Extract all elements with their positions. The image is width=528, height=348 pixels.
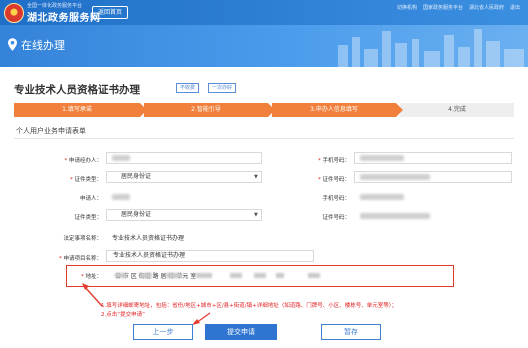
site-name: 湖北政务服务网: [27, 13, 101, 24]
id-type-select[interactable]: 居民身份证: [106, 171, 262, 183]
id-type2-select[interactable]: 居民身份证: [106, 209, 262, 221]
address-field[interactable]: 省 市 区 街道 路 居 栋 单元 室: [115, 271, 196, 280]
chevron-down-icon: ▼: [254, 212, 258, 218]
applicant-label: 申请人：: [79, 196, 102, 202]
city-skyline-graphic: [338, 29, 524, 67]
step-4-label: 4.完成: [448, 106, 466, 113]
id-type-label: * 证件类型：: [69, 177, 102, 183]
apply-item-field[interactable]: 专业技术人员资格证书办理: [106, 250, 314, 262]
note-line-2: 2.点击“提交申请”: [101, 311, 145, 318]
site-subtitle: 全国一体化政务服务平台: [27, 3, 83, 9]
form-section-title: 个人用户业务申请表单: [16, 127, 86, 135]
main-card: 专业技术人员资格证书办理 不收费 一次办好 1.填写承诺 2.智能引导 3.申办…: [8, 68, 520, 348]
redacted-text: [360, 155, 404, 161]
chevron-down-icon: ▼: [254, 174, 258, 180]
redacted-text: [230, 273, 242, 278]
top-link-switch-org[interactable]: 切换机构: [397, 4, 417, 11]
tag-one-visit: 一次办好: [208, 83, 237, 93]
redacted-text: [112, 194, 130, 200]
step-3: 3.申办人信息填写: [272, 103, 403, 117]
top-link-logout[interactable]: 退出: [510, 4, 520, 11]
step-2: 2.智能引导: [144, 103, 275, 117]
redacted-text: [360, 174, 430, 180]
address-instruction-note: 1.填写详细邮寄地址，包括：省份/地区+城市+区/县+街道/镇+详细地址（如道路…: [101, 302, 397, 319]
redacted-text: [308, 273, 320, 278]
redacted-text: [166, 273, 182, 278]
legal-item-label: 法定事项名称：: [63, 236, 102, 242]
submit-application-button[interactable]: 提交申请: [205, 324, 277, 340]
section-divider: [14, 138, 514, 139]
step-arrow-icon: [268, 103, 275, 117]
step-1-label: 1.填写承诺: [62, 106, 92, 113]
top-header: 全国一体化政务服务平台 湖北政务服务网 返回首页 切换机构 国家政务服务平台 湖…: [0, 0, 528, 25]
page: 全国一体化政务服务平台 湖北政务服务网 返回首页 切换机构 国家政务服务平台 湖…: [0, 0, 528, 348]
id-number2-label: 证件号码：: [322, 215, 350, 221]
site-logo: [4, 3, 24, 23]
redacted-text: [254, 273, 266, 278]
redacted-text: [360, 194, 404, 200]
redacted-text: [112, 155, 130, 161]
applicant-agent-label: * 申请经办人：: [64, 158, 102, 164]
step-2-label: 2.智能引导: [191, 106, 221, 113]
phone-label: * 手机号码：: [317, 158, 350, 164]
redacted-text: [140, 273, 152, 278]
page-title: 专业技术人员资格证书办理: [14, 84, 140, 96]
redacted-text: [115, 273, 127, 278]
top-link-national-platform[interactable]: 国家政务服务平台: [423, 4, 463, 11]
id-number-label: * 证件号码：: [317, 177, 350, 183]
apply-item-label: * 申请项目名称：: [58, 256, 102, 262]
step-arrow-icon: [396, 103, 403, 117]
save-draft-button[interactable]: 暂存: [321, 324, 381, 340]
id-type2-label: 证件类型：: [74, 215, 102, 221]
redacted-text: [276, 273, 284, 278]
note-line-1: 1.填写详细邮寄地址，包括：省份/地区+城市+区/县+街道/镇+详细地址（如道路…: [101, 303, 397, 309]
step-1: 1.填写承诺: [14, 103, 147, 117]
phone2-label: 手机号码：: [322, 196, 350, 202]
legal-item-value: 专业技术人员资格证书办理: [112, 235, 185, 242]
step-4: 4.完成: [400, 103, 514, 117]
previous-step-button[interactable]: 上一步: [133, 324, 193, 340]
online-service-banner: 在线办理: [0, 25, 528, 67]
location-pin-icon: [8, 38, 17, 51]
step-arrow-icon: [140, 103, 147, 117]
address-label: * 地址：: [80, 274, 102, 280]
top-link-hubei-government[interactable]: 湖北省人民政府: [469, 4, 504, 11]
redacted-text: [196, 273, 212, 278]
redacted-text: [360, 213, 430, 219]
back-home-button[interactable]: 返回首页: [92, 6, 129, 19]
step-3-label: 3.申办人信息填写: [310, 106, 358, 113]
banner-title: 在线办理: [21, 39, 65, 52]
progress-steps: 1.填写承诺 2.智能引导 3.申办人信息填写 4.完成: [14, 103, 514, 117]
tag-free: 不收费: [176, 83, 200, 93]
top-links: 切换机构 国家政务服务平台 湖北省人民政府 退出: [397, 4, 520, 11]
